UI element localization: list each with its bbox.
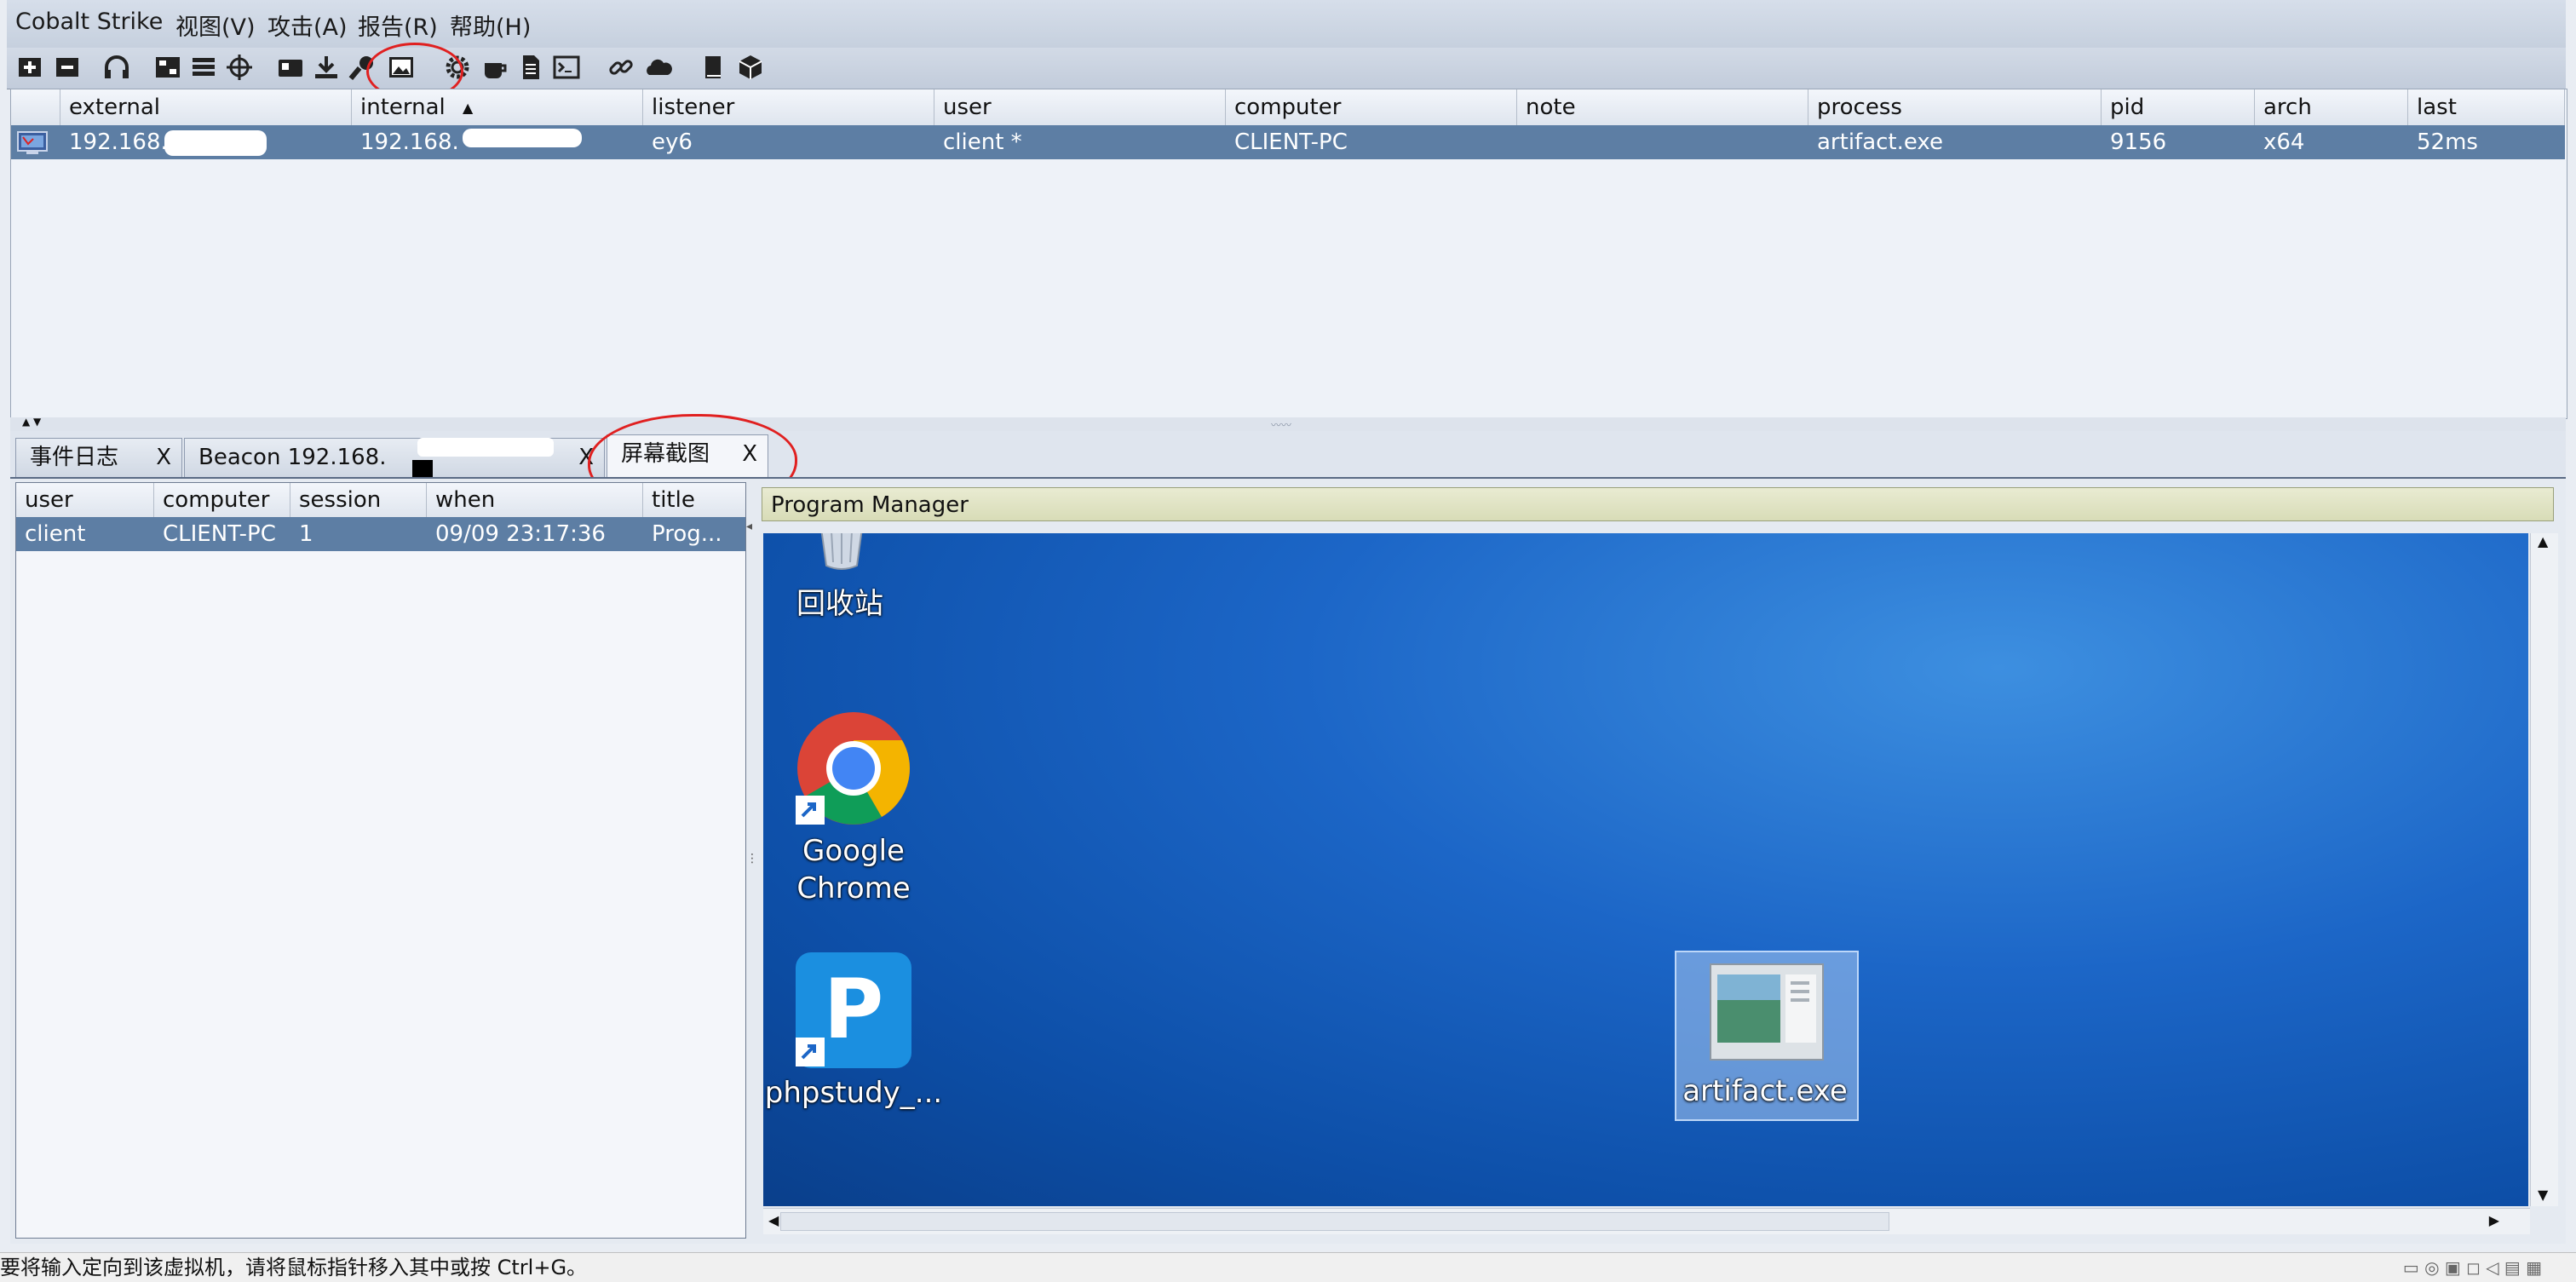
col-process[interactable]: process (1808, 89, 2102, 125)
scroll-up-icon[interactable]: ▲ (2538, 533, 2548, 549)
cube-icon[interactable] (736, 53, 765, 82)
screenshot-list: user computer session when title client … (15, 482, 746, 1239)
document-icon[interactable] (516, 53, 545, 82)
desktop-image[interactable]: 回收站 Google Chrome P phpstudy_... artifac… (763, 533, 2528, 1206)
col-icon[interactable] (11, 89, 60, 125)
cell-listener: ey6 (652, 129, 693, 155)
disconnect-icon[interactable] (53, 53, 82, 82)
phpstudy-label: phpstudy_... (764, 1076, 943, 1110)
redaction-tab-beacon (417, 438, 554, 457)
headphones-icon[interactable] (102, 53, 131, 82)
col-user[interactable]: user (16, 483, 154, 517)
col-title[interactable]: title (643, 483, 745, 517)
recycle-bin-icon (814, 533, 869, 571)
book-icon[interactable] (699, 53, 727, 82)
credentials-icon[interactable] (276, 53, 305, 82)
targets-icon[interactable] (225, 53, 254, 82)
pivot-graph-icon[interactable] (153, 53, 182, 82)
cell-arch: x64 (2263, 129, 2305, 155)
col-internal-label: internal (360, 95, 446, 120)
horizontal-scrollbar[interactable]: ◀ ▶ (763, 1208, 2530, 1234)
cell-when: 09/09 23:17:36 (435, 521, 606, 547)
tab-beacon-label: Beacon 192.168. (198, 445, 387, 470)
drag-handle-icon[interactable]: 〰〰 (1271, 417, 1291, 432)
new-connection-icon[interactable] (15, 53, 44, 82)
split-pane-divider[interactable]: ▲ ▼ 〰〰 (10, 416, 2566, 432)
artifact-label: artifact.exe (1682, 1074, 1848, 1108)
col-user[interactable]: user (934, 89, 1226, 125)
coffee-icon[interactable] (480, 53, 509, 82)
cell-user: client * (943, 129, 1022, 155)
tab-event-log-label: 事件日志 (30, 445, 119, 470)
black-marker (412, 460, 433, 479)
col-computer[interactable]: computer (1226, 89, 1517, 125)
chrome-label-line1: Google (802, 834, 905, 868)
beacon-computer-icon (16, 125, 55, 159)
col-computer[interactable]: computer (154, 483, 290, 517)
cell-title: Prog... (652, 521, 722, 547)
col-when[interactable]: when (427, 483, 643, 517)
beacon-table: external internal ▲ listener user comput… (10, 89, 2567, 419)
scroll-right-icon[interactable]: ▶ (2489, 1212, 2499, 1228)
menu-report[interactable]: 报告(R) (358, 9, 438, 42)
col-arch[interactable]: arch (2255, 89, 2408, 125)
recycle-bin-label: 回收站 (796, 587, 883, 621)
svg-text:P: P (824, 962, 883, 1057)
session-table-icon[interactable] (189, 53, 218, 82)
cell-process: artifact.exe (1817, 129, 1944, 155)
scroll-left-icon[interactable]: ◀ (768, 1212, 779, 1228)
col-last[interactable]: last (2408, 89, 2565, 125)
col-pid[interactable]: pid (2102, 89, 2255, 125)
collapse-arrows-icon[interactable]: ▲ ▼ (22, 416, 41, 428)
phpstudy-icon[interactable]: P (796, 952, 911, 1068)
col-internal[interactable]: internal ▲ (352, 89, 643, 125)
cell-user: client (25, 521, 86, 547)
beacon-table-header: external internal ▲ listener user comput… (11, 89, 2565, 126)
table-row[interactable]: client CLIENT-PC 1 09/09 23:17:36 Prog..… (16, 517, 745, 551)
cell-computer: CLIENT-PC (1234, 129, 1348, 155)
cell-pid: 9156 (2110, 129, 2167, 155)
table-row[interactable]: 192.168. 192.168. ey6 client * CLIENT-PC… (11, 125, 2565, 159)
menu-cobalt-strike[interactable]: Cobalt Strike (15, 9, 163, 35)
menu-attack[interactable]: 攻击(A) (267, 9, 348, 42)
status-hint: 要将输入定向到该虚拟机，请将鼠标指针移入其中或按 Ctrl+G。 (0, 1256, 588, 1279)
menu-view[interactable]: 视图(V) (175, 9, 256, 42)
status-bar: 要将输入定向到该虚拟机，请将鼠标指针移入其中或按 Ctrl+G。 ▭ ◎ ▣ ◻… (0, 1252, 2576, 1282)
col-external[interactable]: external (60, 89, 352, 125)
cell-last: 52ms (2417, 129, 2478, 155)
console-icon[interactable] (552, 53, 581, 82)
viewer-title: Program Manager (762, 487, 2554, 521)
tray-icons: ▭ ◎ ▣ ◻ ◁ ▤ ▦ (2402, 1257, 2542, 1278)
vertical-scrollbar[interactable]: ▲ ▼ (2530, 533, 2558, 1206)
col-session[interactable]: session (290, 483, 427, 517)
col-listener[interactable]: listener (643, 89, 934, 125)
chrome-label-line2: Chrome (796, 871, 911, 905)
menu-help[interactable]: 帮助(H) (450, 9, 531, 42)
col-note[interactable]: note (1517, 89, 1808, 125)
executable-icon (1709, 963, 1825, 1061)
close-icon[interactable]: X (156, 439, 171, 476)
cell-computer: CLIENT-PC (163, 521, 276, 547)
menu-bar: Cobalt Strike 视图(V) 攻击(A) 报告(R) 帮助(H) (7, 0, 2566, 49)
tab-bar: 事件日志 X Beacon 192.168. X 屏幕截图 X (10, 431, 2566, 479)
scroll-thumb[interactable] (780, 1212, 1889, 1231)
chrome-icon[interactable] (796, 710, 911, 826)
scroll-down-icon[interactable]: ▼ (2538, 1187, 2548, 1203)
downloads-icon[interactable] (312, 53, 341, 82)
sort-ascending-icon: ▲ (463, 99, 474, 116)
redaction-external (164, 130, 267, 156)
screenshot-table-header: user computer session when title (16, 483, 745, 518)
cell-session: 1 (299, 521, 313, 547)
cell-note (1517, 125, 1808, 159)
redaction-internal (463, 129, 582, 147)
link-icon[interactable] (607, 53, 635, 82)
cloud-icon[interactable] (644, 53, 673, 82)
tab-event-log[interactable]: 事件日志 X (15, 438, 182, 479)
panel-splitter[interactable]: ◂ ⋮ (746, 520, 758, 877)
